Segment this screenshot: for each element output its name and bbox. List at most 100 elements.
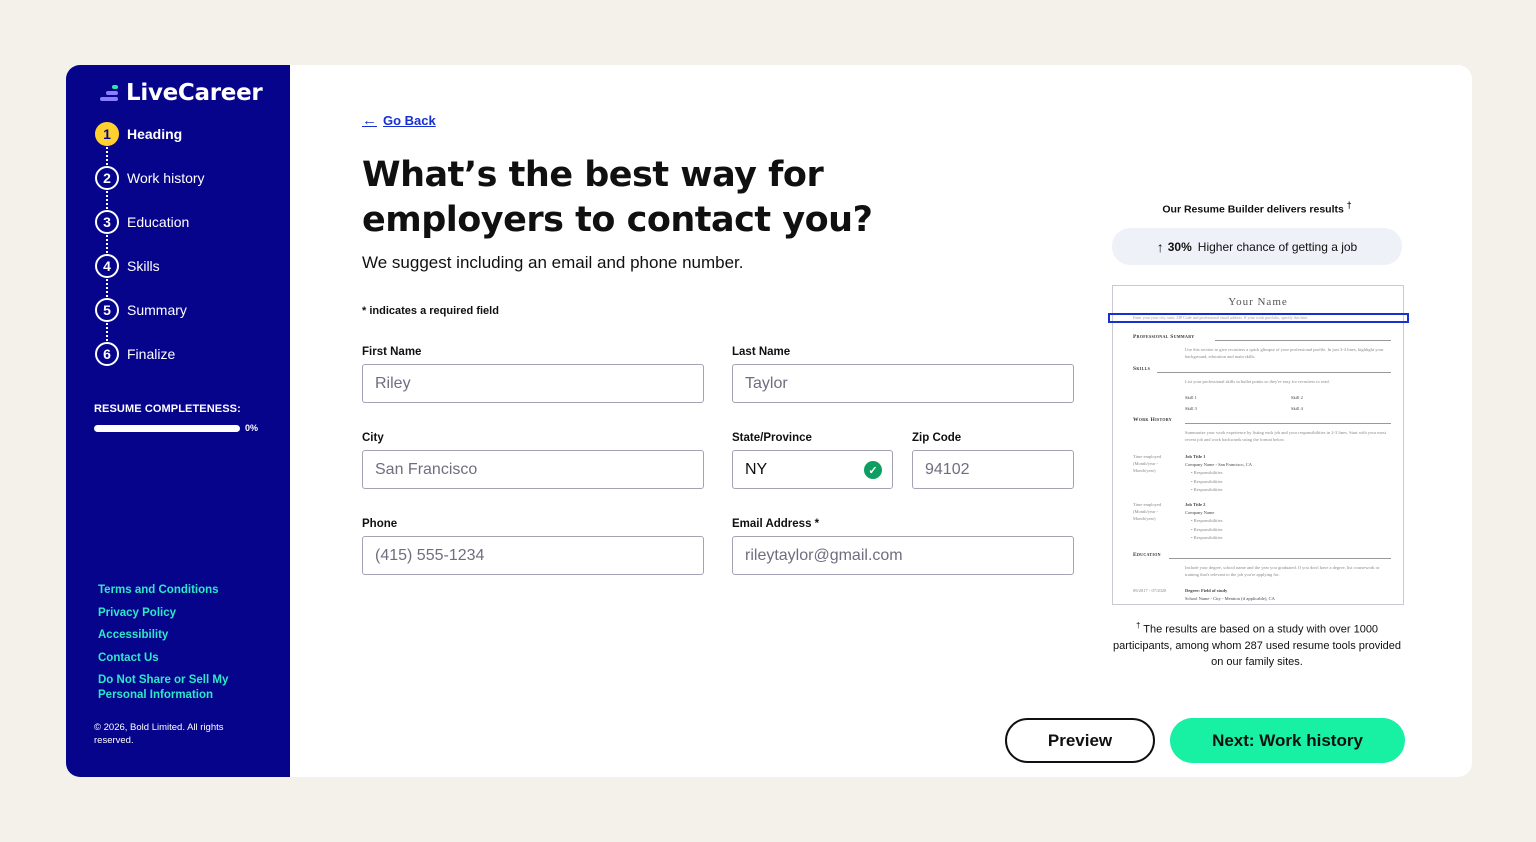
completeness-progress: 0% bbox=[94, 423, 258, 433]
check-circle-icon: ✓ bbox=[864, 461, 882, 479]
state-value: NY bbox=[745, 460, 768, 478]
state-label: State/Province bbox=[732, 432, 812, 444]
arrow-up-icon: ↑ bbox=[1156, 238, 1164, 255]
progress-percent: 0% bbox=[245, 423, 259, 433]
resume-section-education: Education bbox=[1133, 552, 1161, 558]
page-subtitle: We suggest including an email and phone … bbox=[362, 253, 744, 272]
step-connector bbox=[106, 191, 108, 209]
step-connector bbox=[106, 323, 108, 341]
resume-completeness-label: RESUME COMPLETENESS: bbox=[94, 403, 241, 415]
resume-job-title: Job Title 1 bbox=[1185, 454, 1206, 459]
page-title: What’s the best way for employers to con… bbox=[362, 155, 873, 240]
phone-input[interactable]: (415) 555-1234 bbox=[362, 536, 704, 575]
step-work-history[interactable]: 2 Work history bbox=[95, 165, 205, 191]
preview-button[interactable]: Preview bbox=[1005, 718, 1155, 763]
progress-track bbox=[94, 424, 240, 432]
copyright: © 2026, Bold Limited. All rights reserve… bbox=[94, 722, 224, 746]
resume-job-dates: Time employed (Month/year - Month/year) bbox=[1133, 454, 1162, 473]
resume-bullet: • Responsibilities bbox=[1191, 526, 1223, 532]
city-field: City San Francisco bbox=[362, 432, 704, 489]
step-number: 6 bbox=[95, 342, 119, 366]
step-education[interactable]: 3 Education bbox=[95, 209, 189, 235]
results-stat-value: 30% bbox=[1167, 239, 1192, 254]
resume-job-dates: Time employed (Month/year - Month/year) bbox=[1133, 502, 1162, 521]
resume-bullet: • Responsibilities bbox=[1191, 470, 1223, 475]
arrow-left-icon: ← bbox=[362, 112, 377, 129]
step-connector bbox=[106, 279, 108, 297]
resume-job-title: Job Title 2 bbox=[1185, 502, 1206, 507]
step-label: Summary bbox=[127, 302, 187, 318]
email-field: Email Address * rileytaylor@gmail.com bbox=[732, 518, 1074, 575]
terms-link[interactable]: Terms and Conditions bbox=[98, 583, 248, 598]
resume-education-text: Include your degree, school name and the… bbox=[1185, 565, 1380, 577]
step-number: 5 bbox=[95, 298, 119, 322]
results-footnote-text: The results are based on a study with ov… bbox=[1113, 623, 1401, 668]
resume-rule bbox=[1185, 423, 1391, 424]
first-name-label: First Name bbox=[362, 346, 422, 358]
resume-skills-text: List your professional skills in bullet … bbox=[1185, 379, 1330, 384]
step-heading[interactable]: 1 Heading bbox=[95, 121, 182, 147]
city-label: City bbox=[362, 432, 384, 444]
last-name-input[interactable]: Taylor bbox=[732, 364, 1074, 403]
footer-links: Terms and Conditions Privacy Policy Acce… bbox=[98, 583, 248, 711]
resume-highlight-box bbox=[1108, 313, 1409, 323]
first-name-input[interactable]: Riley bbox=[362, 364, 704, 403]
resume-skill: Skill 4 bbox=[1291, 406, 1303, 411]
resume-skill: Skill 2 bbox=[1291, 395, 1303, 400]
resume-bullet: • Responsibilities bbox=[1191, 478, 1223, 484]
step-finalize[interactable]: 6 Finalize bbox=[95, 341, 175, 367]
resume-section-skills: Skills bbox=[1133, 366, 1151, 372]
sidebar: LiveCareer 1 Heading 2 Work history 3 Ed… bbox=[66, 65, 290, 777]
last-name-label: Last Name bbox=[732, 346, 791, 358]
phone-field: Phone (415) 555-1234 bbox=[362, 518, 704, 575]
step-label: Heading bbox=[127, 126, 183, 142]
resume-preview[interactable]: Your Name Enter your your city, state, Z… bbox=[1108, 285, 1409, 605]
step-connector bbox=[106, 147, 108, 165]
city-input[interactable]: San Francisco bbox=[362, 450, 704, 489]
do-not-sell-link[interactable]: Do Not Share or Sell My Personal Informa… bbox=[98, 673, 248, 703]
resume-bullet: • Responsibilities bbox=[1191, 535, 1223, 540]
results-stat-text: Higher chance of getting a job bbox=[1197, 239, 1358, 254]
page-card: LiveCareer 1 Heading 2 Work history 3 Ed… bbox=[66, 65, 1472, 777]
accessibility-link[interactable]: Accessibility bbox=[98, 628, 248, 643]
resume-work-text: Summarize your work experience by listin… bbox=[1185, 430, 1386, 442]
resume-rule bbox=[1157, 372, 1391, 373]
step-summary[interactable]: 5 Summary bbox=[95, 297, 187, 323]
resume-job-bullets: • Responsibilities • Responsibilities • … bbox=[1191, 517, 1222, 543]
step-label: Skills bbox=[127, 258, 160, 274]
state-field: State/Province NY ✓ bbox=[732, 432, 893, 489]
logo-text: LiveCareer bbox=[126, 80, 263, 106]
step-connector bbox=[106, 235, 108, 253]
step-number: 4 bbox=[95, 254, 119, 278]
results-title: Our Resume Builder delivers results † bbox=[1112, 200, 1402, 216]
step-skills[interactable]: 4 Skills bbox=[95, 253, 160, 279]
results-footnote: † The results are based on a study with … bbox=[1112, 618, 1402, 670]
resume-rule bbox=[1215, 340, 1391, 341]
livecareer-logo[interactable]: LiveCareer bbox=[100, 79, 263, 107]
go-back-link[interactable]: ← Go Back bbox=[362, 112, 436, 129]
step-label: Work history bbox=[127, 170, 205, 186]
zip-label: Zip Code bbox=[912, 432, 962, 444]
resume-edu-dates: 09/2017 - 07/2020 bbox=[1133, 588, 1167, 593]
dagger-mark: † bbox=[1135, 621, 1141, 630]
email-label: Email Address * bbox=[732, 518, 820, 530]
main-content: ← Go Back What’s the best way for employ… bbox=[290, 65, 1472, 777]
results-title-text: Our Resume Builder delivers results bbox=[1162, 203, 1344, 216]
resume-section-summary: Professional Summary bbox=[1133, 334, 1195, 340]
step-number: 1 bbox=[95, 122, 119, 146]
next-button[interactable]: Next: Work history bbox=[1170, 718, 1405, 763]
resume-edu-degree: Degree: Field of study bbox=[1185, 588, 1228, 593]
contact-link[interactable]: Contact Us bbox=[98, 651, 248, 666]
resume-job-company: Company Name bbox=[1185, 510, 1215, 515]
resume-bullet: • Responsibilities bbox=[1191, 487, 1223, 492]
zip-input[interactable]: 94102 bbox=[912, 450, 1074, 489]
resume-skill: Skill 3 bbox=[1185, 406, 1197, 411]
go-back-label: Go Back bbox=[383, 113, 436, 128]
phone-label: Phone bbox=[362, 518, 398, 530]
first-name-field: First Name Riley bbox=[362, 346, 704, 403]
privacy-link[interactable]: Privacy Policy bbox=[98, 606, 248, 621]
last-name-field: Last Name Taylor bbox=[732, 346, 1074, 403]
state-input[interactable]: NY ✓ bbox=[732, 450, 893, 489]
step-number: 3 bbox=[95, 210, 119, 234]
email-input[interactable]: rileytaylor@gmail.com bbox=[732, 536, 1074, 575]
